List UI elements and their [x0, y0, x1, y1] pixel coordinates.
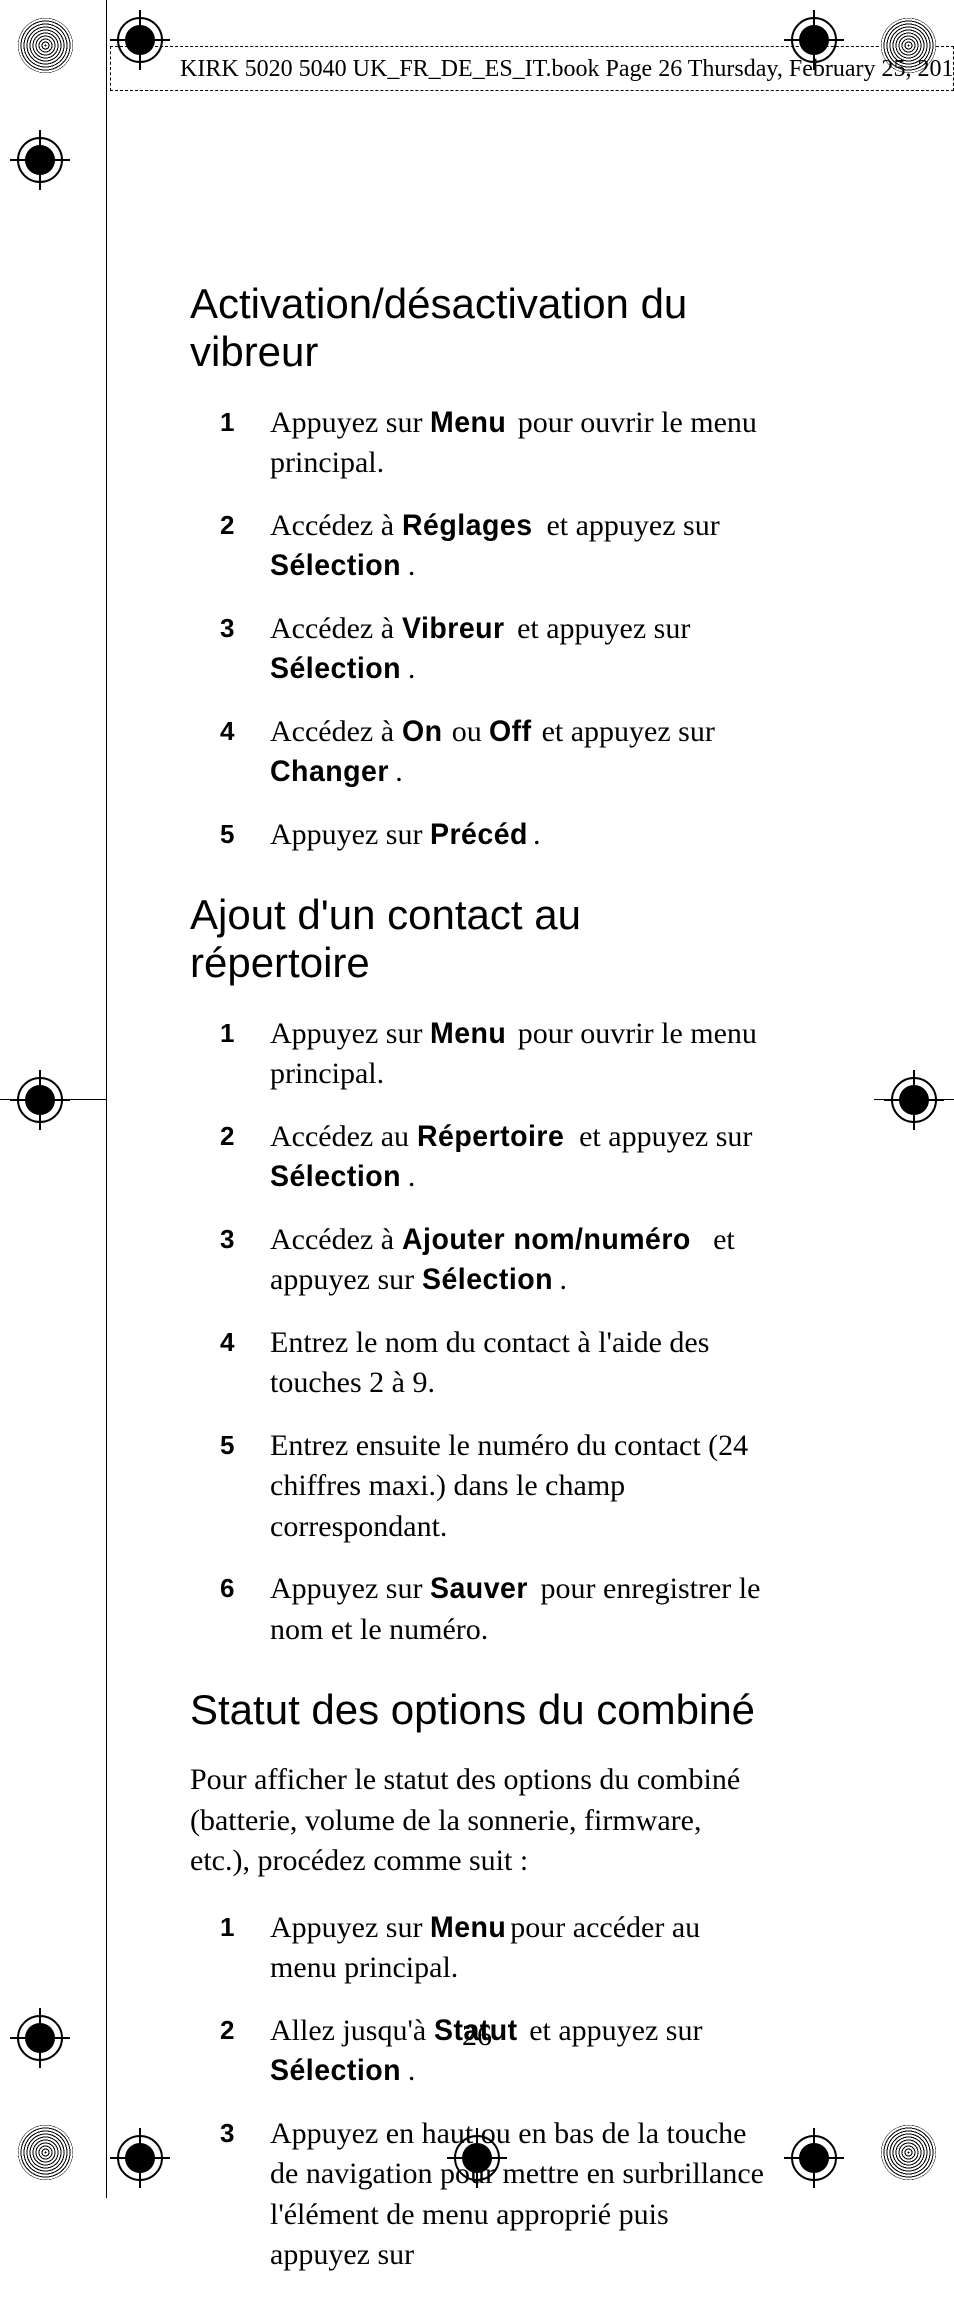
step-item: Accédez à Ajouter nom/numéro et appuyez … — [220, 1220, 765, 1301]
crop-line-mid — [0, 1099, 106, 1100]
ui-label: Précéd — [430, 815, 528, 856]
ui-label: Off — [489, 712, 532, 753]
ui-label: Sélection — [270, 649, 401, 690]
ui-label: Réglages — [402, 506, 533, 547]
bullseye-icon — [18, 2125, 73, 2180]
ui-label: Ajouter nom/numéro — [402, 1220, 691, 1261]
step-list: Appuyez sur Menu pour ouvrir le menu pri… — [220, 403, 765, 856]
step-item: Accédez à Réglages et appuyez sur Sélect… — [220, 506, 765, 587]
ui-label: Menu — [430, 403, 506, 444]
step-item: Accédez au Répertoire et appuyez sur Sél… — [220, 1117, 765, 1198]
registration-mark-icon — [110, 10, 170, 70]
step-item: Appuyez sur Précéd. — [220, 815, 765, 856]
registration-mark-icon — [110, 2128, 170, 2188]
ui-label: Menu — [430, 1014, 506, 1055]
step-item: Accédez à On ou Off et appuyez sur Chang… — [220, 712, 765, 793]
step-item: Accédez à Vibreur et appuyez sur Sélecti… — [220, 609, 765, 690]
ui-label: Répertoire — [417, 1117, 564, 1158]
step-list: Appuyez sur Menu pour ouvrir le menu pri… — [220, 1014, 765, 1651]
page-number: 26 — [0, 2019, 954, 2053]
ui-label: Vibreur — [402, 609, 505, 650]
section-heading: Ajout d'un contact au répertoire — [190, 891, 765, 988]
step-item: Entrez ensuite le numéro du contact (24 … — [220, 1426, 765, 1548]
document-body: Activation/désactivation du vibreur Appuy… — [190, 280, 765, 2298]
document-page: KIRK 5020 5040 UK_FR_DE_ES_IT.book Page … — [0, 0, 954, 2198]
step-item: Appuyez sur Menupour accéder au menu pri… — [220, 1908, 765, 1989]
ui-label: Sélection — [270, 1157, 401, 1198]
step-item: Entrez le nom du contact à l'aide des to… — [220, 1323, 765, 1404]
ui-label: Sélection — [270, 2051, 401, 2092]
ui-label: Changer — [270, 752, 389, 793]
crop-line-left — [106, 0, 107, 2198]
registration-mark-icon — [884, 1070, 944, 1130]
section-intro: Pour afficher le statut des options du c… — [190, 1760, 765, 1882]
ui-label: Menu — [430, 1908, 506, 1949]
crop-line-mid — [874, 1099, 954, 1100]
registration-mark-icon — [10, 1070, 70, 1130]
section-heading: Activation/désactivation du vibreur — [190, 280, 765, 377]
ui-label: On — [402, 712, 443, 753]
bullseye-icon — [18, 18, 73, 73]
step-item: Appuyez en haut ou en bas de la touche d… — [220, 2114, 765, 2276]
step-list: Appuyez sur Menupour accéder au menu pri… — [220, 1908, 765, 2276]
registration-mark-icon — [10, 130, 70, 190]
step-item: Appuyez sur Menu pour ouvrir le menu pri… — [220, 403, 765, 484]
ui-label: Sélection — [422, 1260, 553, 1301]
ui-label: Sauver — [430, 1569, 528, 1610]
step-item: Appuyez sur Sauver pour enregistrer le n… — [220, 1569, 765, 1650]
step-item: Appuyez sur Menu pour ouvrir le menu pri… — [220, 1014, 765, 1095]
document-header: KIRK 5020 5040 UK_FR_DE_ES_IT.book Page … — [180, 56, 954, 83]
ui-label: Sélection — [270, 546, 401, 587]
bullseye-icon — [881, 2125, 936, 2180]
registration-mark-icon — [784, 2128, 844, 2188]
section-heading: Statut des options du combiné — [190, 1686, 765, 1734]
